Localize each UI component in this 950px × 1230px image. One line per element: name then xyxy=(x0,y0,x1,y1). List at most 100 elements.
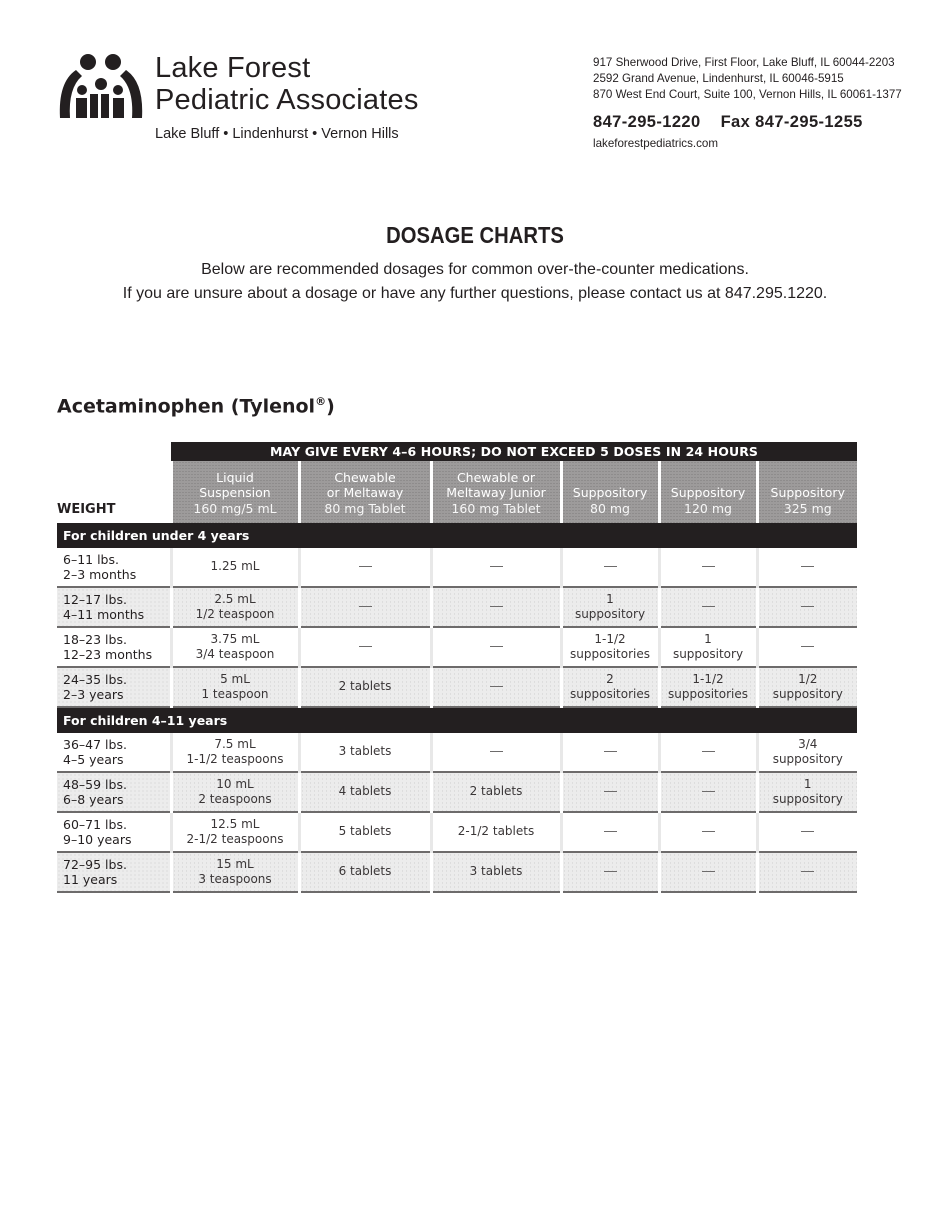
dose-cell-suppository-80mg: 1-1/2 suppositories xyxy=(559,627,659,668)
dose-cell-chewable-junior-160mg xyxy=(429,587,561,628)
column-header-line3: 80 mg xyxy=(590,500,630,516)
dose-value: 5 mL xyxy=(220,671,250,686)
dose-cell-suppository-325mg xyxy=(755,548,858,588)
dash-icon xyxy=(603,871,617,873)
weight-cell: 24–35 lbs. 2–3 years xyxy=(57,667,171,708)
dose-cell-chewable-junior-160mg: 3 tablets xyxy=(429,852,561,893)
dose-cell-suppository-80mg xyxy=(559,812,659,853)
age-range: 4–11 months xyxy=(63,607,145,622)
dose-cell-suppository-120mg xyxy=(657,812,757,853)
dash-icon xyxy=(603,566,617,568)
practice-brand: Lake Forest Pediatric Associates Lake Bl… xyxy=(155,52,419,142)
dash-icon xyxy=(801,871,815,873)
dash-icon xyxy=(358,566,372,568)
not-applicable-dash xyxy=(759,599,858,615)
table-row: 60–71 lbs. 9–10 years 12.5 mL 2-1/2 teaspoo… xyxy=(57,812,857,853)
age-range: 9–10 years xyxy=(63,832,132,847)
family-logo-icon xyxy=(59,54,143,118)
dose-value: 1.25 mL xyxy=(210,559,260,574)
section-title-acetaminophen: Acetaminophen (Tylenol®) xyxy=(57,395,335,417)
not-applicable-dash xyxy=(661,599,756,615)
website-link[interactable]: lakeforestpediatrics.com xyxy=(593,136,902,152)
not-applicable-dash xyxy=(301,559,430,575)
dose-cell-suppository-120mg xyxy=(657,587,757,628)
dose-value: 2 xyxy=(606,671,614,686)
dash-icon xyxy=(701,791,715,793)
banner-row: MAY GIVE EVERY 4–6 HOURS; DO NOT EXCEED … xyxy=(57,442,857,461)
weight-cell: 36–47 lbs. 4–5 years xyxy=(57,733,171,773)
dose-value: 2.5 mL xyxy=(214,591,256,606)
dash-icon xyxy=(489,606,503,608)
dose-cell-suppository-80mg xyxy=(559,852,659,893)
dose-cell-chewable-junior-160mg xyxy=(429,627,561,668)
column-header-line3: 160 mg/5 mL xyxy=(193,500,277,516)
not-applicable-dash xyxy=(759,559,858,575)
dash-icon xyxy=(603,831,617,833)
intro-line-1: Below are recommended dosages for common… xyxy=(201,261,749,278)
dose-value: 1/2 teaspoon xyxy=(195,607,275,621)
weight-range: 12–17 lbs. xyxy=(63,591,127,607)
dose-value: 1-1/2 xyxy=(594,631,626,646)
column-header-line1: Liquid xyxy=(216,469,254,485)
column-header-line1: Chewable or xyxy=(456,469,536,485)
age-range: 2–3 months xyxy=(63,567,137,582)
dose-cell-suppository-325mg xyxy=(755,852,858,893)
dash-icon xyxy=(701,871,715,873)
not-applicable-dash xyxy=(433,599,560,615)
dose-cell-suppository-325mg xyxy=(755,627,857,668)
dash-icon xyxy=(489,646,503,648)
not-applicable-dash xyxy=(661,559,756,575)
dash-icon xyxy=(801,831,815,833)
column-header-suppository-80mg: Suppository 80 mg xyxy=(559,461,659,523)
column-header-line2: or Meltaway xyxy=(326,485,404,501)
dose-cell-suppository-120mg: 1 suppository xyxy=(657,627,757,668)
column-header-line2: Suppository xyxy=(770,485,845,501)
dose-cell-chewable-80mg xyxy=(297,587,431,628)
dose-cell-liquid-suspension: 15 mL 3 teaspoons xyxy=(169,852,299,893)
table-row: 72–95 lbs. 11 years 15 mL 3 teaspoons 6 tabl… xyxy=(57,852,858,893)
dose-value: 5 tablets xyxy=(338,824,392,839)
dose-cell-suppository-80mg xyxy=(559,733,659,773)
not-applicable-dash xyxy=(433,679,560,695)
section-title-close: ) xyxy=(326,395,335,418)
dose-cell-liquid-suspension: 2.5 mL 1/2 teaspoon xyxy=(169,587,299,628)
dose-value: 2 tablets xyxy=(338,679,392,694)
dose-value: 3/4 xyxy=(798,736,818,751)
weight-range: 60–71 lbs. xyxy=(63,816,127,832)
age-range: 11 years xyxy=(63,872,118,887)
dose-cell-suppository-80mg xyxy=(559,548,659,588)
dose-cell-suppository-120mg xyxy=(657,733,757,773)
dose-value: 3.75 mL xyxy=(210,631,260,646)
dose-cell-suppository-325mg: 1/2 suppository xyxy=(755,667,857,708)
table-row: 24–35 lbs. 2–3 years 5 mL 1 teaspoon 2 table… xyxy=(57,667,857,708)
dose-value: 1-1/2 xyxy=(692,671,724,686)
dose-value: 3 tablets xyxy=(338,744,392,759)
dose-value: 1 xyxy=(704,631,712,646)
age-range: 2–3 years xyxy=(63,687,124,702)
dose-cell-chewable-80mg: 2 tablets xyxy=(297,667,431,708)
dosing-frequency-banner: MAY GIVE EVERY 4–6 HOURS; DO NOT EXCEED … xyxy=(171,442,857,461)
not-applicable-dash xyxy=(301,639,430,655)
dose-cell-chewable-80mg xyxy=(297,627,431,668)
column-header-line1 xyxy=(563,470,658,486)
weight-range: 72–95 lbs. xyxy=(63,856,127,872)
group-label: For children 4–11 years xyxy=(57,707,857,733)
dash-icon xyxy=(701,751,715,753)
not-applicable-dash xyxy=(563,824,658,840)
column-header-line2: Suspension xyxy=(199,485,271,501)
dose-value: suppository xyxy=(772,792,843,806)
address-lake-bluff: 917 Sherwood Drive, First Floor, Lake Bl… xyxy=(593,56,895,69)
not-applicable-dash xyxy=(759,864,858,880)
column-header-chewable-junior-160mg: Chewable or Meltaway Junior 160 mg Tablet xyxy=(429,461,561,523)
dose-cell-chewable-80mg: 4 tablets xyxy=(297,772,431,813)
intro-line-2: If you are unsure about a dosage or have… xyxy=(122,285,828,302)
dose-value: 1/2 xyxy=(798,671,818,686)
not-applicable-dash xyxy=(563,559,658,575)
practice-name-line1: Lake Forest xyxy=(155,52,311,84)
column-header-line1: Chewable xyxy=(334,469,396,485)
weight-range: 24–35 lbs. xyxy=(63,671,127,687)
dash-icon xyxy=(801,606,815,608)
intro-text: Below are recommended dosages for common… xyxy=(0,258,950,306)
dose-value: 2-1/2 teaspoons xyxy=(186,832,284,846)
column-header-chewable-80mg: Chewable or Meltaway 80 mg Tablet xyxy=(297,461,431,523)
